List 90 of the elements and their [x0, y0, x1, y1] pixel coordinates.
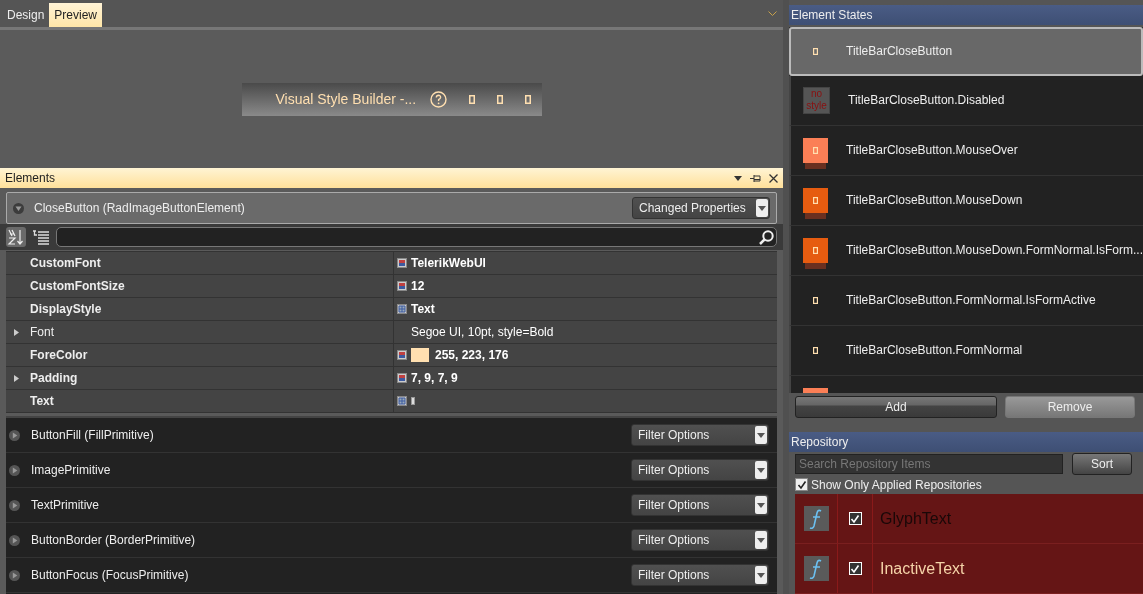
- caret-icon: [757, 432, 765, 438]
- glyph-box-icon: [813, 296, 818, 304]
- primitive-name: ButtonFocus (FocusPrimitive): [31, 568, 189, 582]
- primitive-name: ImagePrimitive: [31, 463, 111, 477]
- state-item[interactable]: TitleBarCloseButton.MouseOver: [789, 125, 1143, 176]
- local-value-icon: [397, 350, 407, 360]
- property-name: CustomFont: [30, 256, 101, 270]
- filter-dropdown[interactable]: Filter Options: [631, 529, 769, 551]
- state-item[interactable]: TitleBarCloseButton.FormNormal: [789, 325, 1143, 376]
- repository-item-name[interactable]: InactiveText: [880, 559, 965, 578]
- pin-icon[interactable]: [750, 173, 761, 183]
- expand-icon[interactable]: [9, 499, 20, 511]
- expand-icon[interactable]: [9, 429, 20, 441]
- checkbox-label[interactable]: Show Only Applied Repositories: [811, 477, 982, 492]
- expand-arrow-icon[interactable]: [14, 374, 19, 382]
- primitive-name: ButtonBorder (BorderPrimitive): [31, 533, 196, 547]
- filter-dropdown[interactable]: Changed Properties: [632, 197, 770, 219]
- state-item[interactable]: TitleBarCloseButton.FormNormal.IsFormActive: [789, 275, 1143, 326]
- theme-value-icon: [397, 396, 407, 406]
- property-name: Padding: [30, 371, 78, 385]
- state-name: TitleBarCloseButton.MouseDown: [846, 193, 1023, 208]
- caret-icon: [757, 502, 765, 508]
- repository-search-field[interactable]: Search Repository Items: [795, 454, 1063, 475]
- element-name: CloseButton (RadImageButtonElement): [34, 201, 245, 215]
- glyph-box-icon[interactable]: [497, 94, 504, 104]
- state-name: TitleBarCloseButton.MouseDown.FormNormal.IsForm...: [846, 243, 1143, 258]
- search-icon: [759, 229, 774, 245]
- state-name: TitleBarCloseButton.FormNormal: [846, 343, 1023, 358]
- property-value: 12: [411, 279, 425, 293]
- caret-icon: [757, 467, 765, 473]
- expand-icon[interactable]: [13, 202, 24, 214]
- glyph-box-icon[interactable]: [525, 94, 532, 104]
- glyph-box-icon: [813, 47, 818, 55]
- state-thumbnail: no style: [803, 86, 830, 114]
- property-name: Font: [30, 325, 54, 339]
- caret-icon: [758, 205, 766, 211]
- categorized-list-icon[interactable]: [32, 229, 50, 245]
- filter-dropdown[interactable]: Filter Options: [631, 424, 769, 446]
- chevron-icon[interactable]: [768, 10, 777, 17]
- function-icon: [803, 556, 829, 581]
- window-title: Visual Style Builder -...: [275, 91, 417, 107]
- state-name: TitleBarCloseButton.FormNormal.IsFormActive: [846, 293, 1096, 308]
- expand-icon[interactable]: [9, 534, 20, 546]
- property-value: Text: [411, 302, 435, 316]
- property-value: 255, 223, 176: [435, 348, 509, 362]
- property-name: Text: [30, 394, 54, 408]
- expand-arrow-icon[interactable]: [14, 328, 19, 336]
- state-item[interactable]: TitleBarCloseButton: [789, 26, 1143, 76]
- glyph-box-icon: [813, 346, 818, 354]
- property-name: DisplayStyle: [30, 302, 102, 316]
- sort-alphabetical-icon[interactable]: [6, 227, 26, 247]
- checkbox[interactable]: [795, 478, 808, 492]
- help-icon: [430, 90, 448, 108]
- tab[interactable]: Design: [2, 3, 50, 27]
- state-name: TitleBarCloseButton.MouseOver: [846, 143, 1018, 158]
- element-row[interactable]: CloseButton (RadImageButtonElement) Changed Properties: [6, 192, 777, 224]
- action-button[interactable]: Add: [795, 396, 997, 419]
- panel-title: Elements: [5, 171, 56, 185]
- theme-value-icon: [397, 304, 407, 314]
- property-name: ForeColor: [30, 348, 88, 362]
- local-value-icon: [397, 258, 407, 268]
- panel-title: Element States: [791, 7, 873, 22]
- property-value: Segoe UI, 10pt, style=Bold: [411, 325, 554, 339]
- local-value-icon: [397, 373, 407, 383]
- filter-dropdown[interactable]: Filter Options: [631, 459, 769, 481]
- state-item[interactable]: no style TitleBarCloseButton.Disabled: [789, 75, 1143, 126]
- expand-icon[interactable]: [9, 464, 20, 476]
- local-value-icon: [397, 281, 407, 291]
- expand-icon[interactable]: [9, 569, 20, 581]
- property-value: 7, 9, 7, 9: [411, 371, 458, 385]
- sort-button[interactable]: Sort: [1072, 453, 1132, 476]
- caret-icon: [757, 537, 765, 543]
- caret-icon: [757, 572, 765, 578]
- primitive-name: TextPrimitive: [31, 498, 99, 512]
- state-name: TitleBarCloseButton: [846, 44, 953, 59]
- glyph-box-icon[interactable]: [469, 94, 476, 104]
- tab[interactable]: Preview: [49, 3, 103, 27]
- function-icon: [803, 506, 829, 531]
- state-item[interactable]: TitleBarCloseButton.MouseDown: [789, 175, 1143, 226]
- dropdown-icon[interactable]: [734, 175, 742, 181]
- property-search-field[interactable]: [56, 227, 777, 247]
- property-value: TelerikWebUI: [411, 256, 486, 270]
- primitive-name: ButtonFill (FillPrimitive): [31, 428, 154, 442]
- filter-dropdown[interactable]: Filter Options: [631, 494, 769, 516]
- close-icon[interactable]: [769, 173, 778, 183]
- state-item[interactable]: TitleBarCloseButton.MouseDown.FormNormal.IsForm...: [789, 225, 1143, 276]
- panel-title: Repository: [791, 434, 849, 449]
- state-name: TitleBarCloseButton.Disabled: [848, 93, 1005, 108]
- filter-dropdown[interactable]: Filter Options: [631, 564, 769, 586]
- property-name: CustomFontSize: [30, 279, 125, 293]
